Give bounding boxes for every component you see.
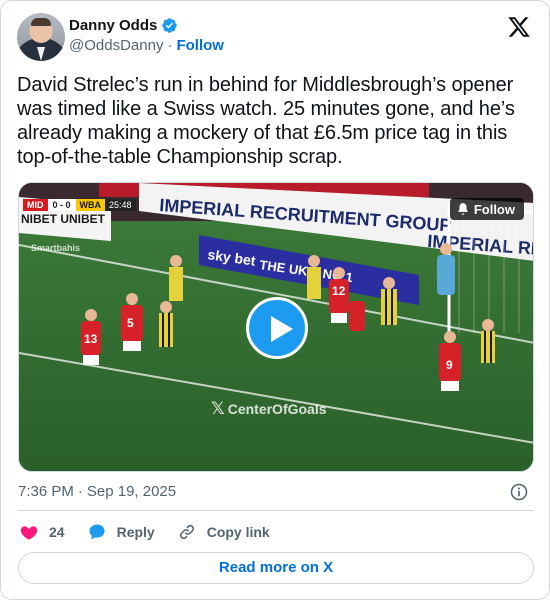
unibet-board-text: NIBET UNIBET	[21, 212, 106, 226]
copy-link-label: Copy link	[206, 524, 270, 540]
post-time: 7:36 PM	[18, 483, 74, 500]
shirt-number-12: 12	[332, 284, 346, 298]
action-bar: 24 Reply Copy link	[19, 521, 292, 543]
avatar-shirt	[37, 47, 45, 61]
video-follow-button[interactable]: Follow	[449, 198, 524, 220]
read-more-button[interactable]: Read more on X	[18, 552, 534, 584]
post-date: Sep 19, 2025	[86, 483, 177, 500]
away-team: WBA	[75, 199, 106, 211]
link-icon	[179, 524, 194, 540]
like-count: 24	[49, 524, 65, 540]
author-block: Danny Odds @OddsDanny · Follow	[69, 17, 224, 54]
video-follow-label: Follow	[473, 201, 515, 217]
shirt-number-5: 5	[127, 316, 134, 330]
tweet-text: David Strelec’s run in behind for Middle…	[17, 74, 515, 168]
play-button[interactable]	[246, 297, 308, 359]
watermark-x-icon: 𝕏	[211, 399, 225, 418]
scoreboard: MID 0 - 0 WBA 25:48	[23, 199, 136, 211]
time-separator: ·	[77, 483, 83, 500]
author-handle[interactable]: @OddsDanny	[69, 37, 163, 54]
watermark: 𝕏 CenterOfGoals	[211, 399, 327, 419]
avatar[interactable]	[17, 13, 65, 61]
x-logo-icon[interactable]	[507, 15, 531, 39]
shirt-number-13: 13	[84, 332, 98, 346]
play-icon	[271, 316, 293, 342]
author-name[interactable]: Danny Odds	[69, 17, 157, 34]
verified-badge-icon	[162, 18, 178, 33]
name-row: Danny Odds	[69, 17, 224, 34]
reply-bubble-icon	[89, 524, 105, 540]
copy-link-button[interactable]: Copy link	[177, 522, 270, 542]
follow-link[interactable]: Follow	[176, 37, 224, 54]
like-button[interactable]: 24	[19, 522, 65, 542]
match-clock: 25:48	[105, 199, 136, 211]
tweet-header: Danny Odds @OddsDanny · Follow	[17, 13, 535, 63]
reply-button[interactable]: Reply	[87, 522, 155, 542]
bell-icon	[458, 203, 468, 215]
reply-label: Reply	[116, 524, 155, 540]
info-icon[interactable]	[509, 482, 529, 502]
timestamp[interactable]: 7:36 PM · Sep 19, 2025	[18, 483, 176, 500]
handle-separator: ·	[167, 37, 173, 54]
home-team: MID	[23, 199, 48, 211]
tweet-card: Danny Odds @OddsDanny · Follow David Str…	[0, 0, 550, 600]
divider	[18, 510, 534, 511]
shirt-number-9: 9	[446, 358, 453, 372]
handle-row: @OddsDanny · Follow	[69, 37, 224, 54]
video-player[interactable]: IMPERIAL RECRUITMENT GROUP IMPERIAL RE N…	[18, 182, 534, 472]
watermark-text: CenterOfGoals	[227, 401, 327, 417]
heart-icon	[20, 526, 38, 540]
sponsor-text: Smartbahis	[31, 243, 81, 253]
score: 0 - 0	[47, 199, 76, 211]
avatar-hair	[31, 18, 51, 26]
